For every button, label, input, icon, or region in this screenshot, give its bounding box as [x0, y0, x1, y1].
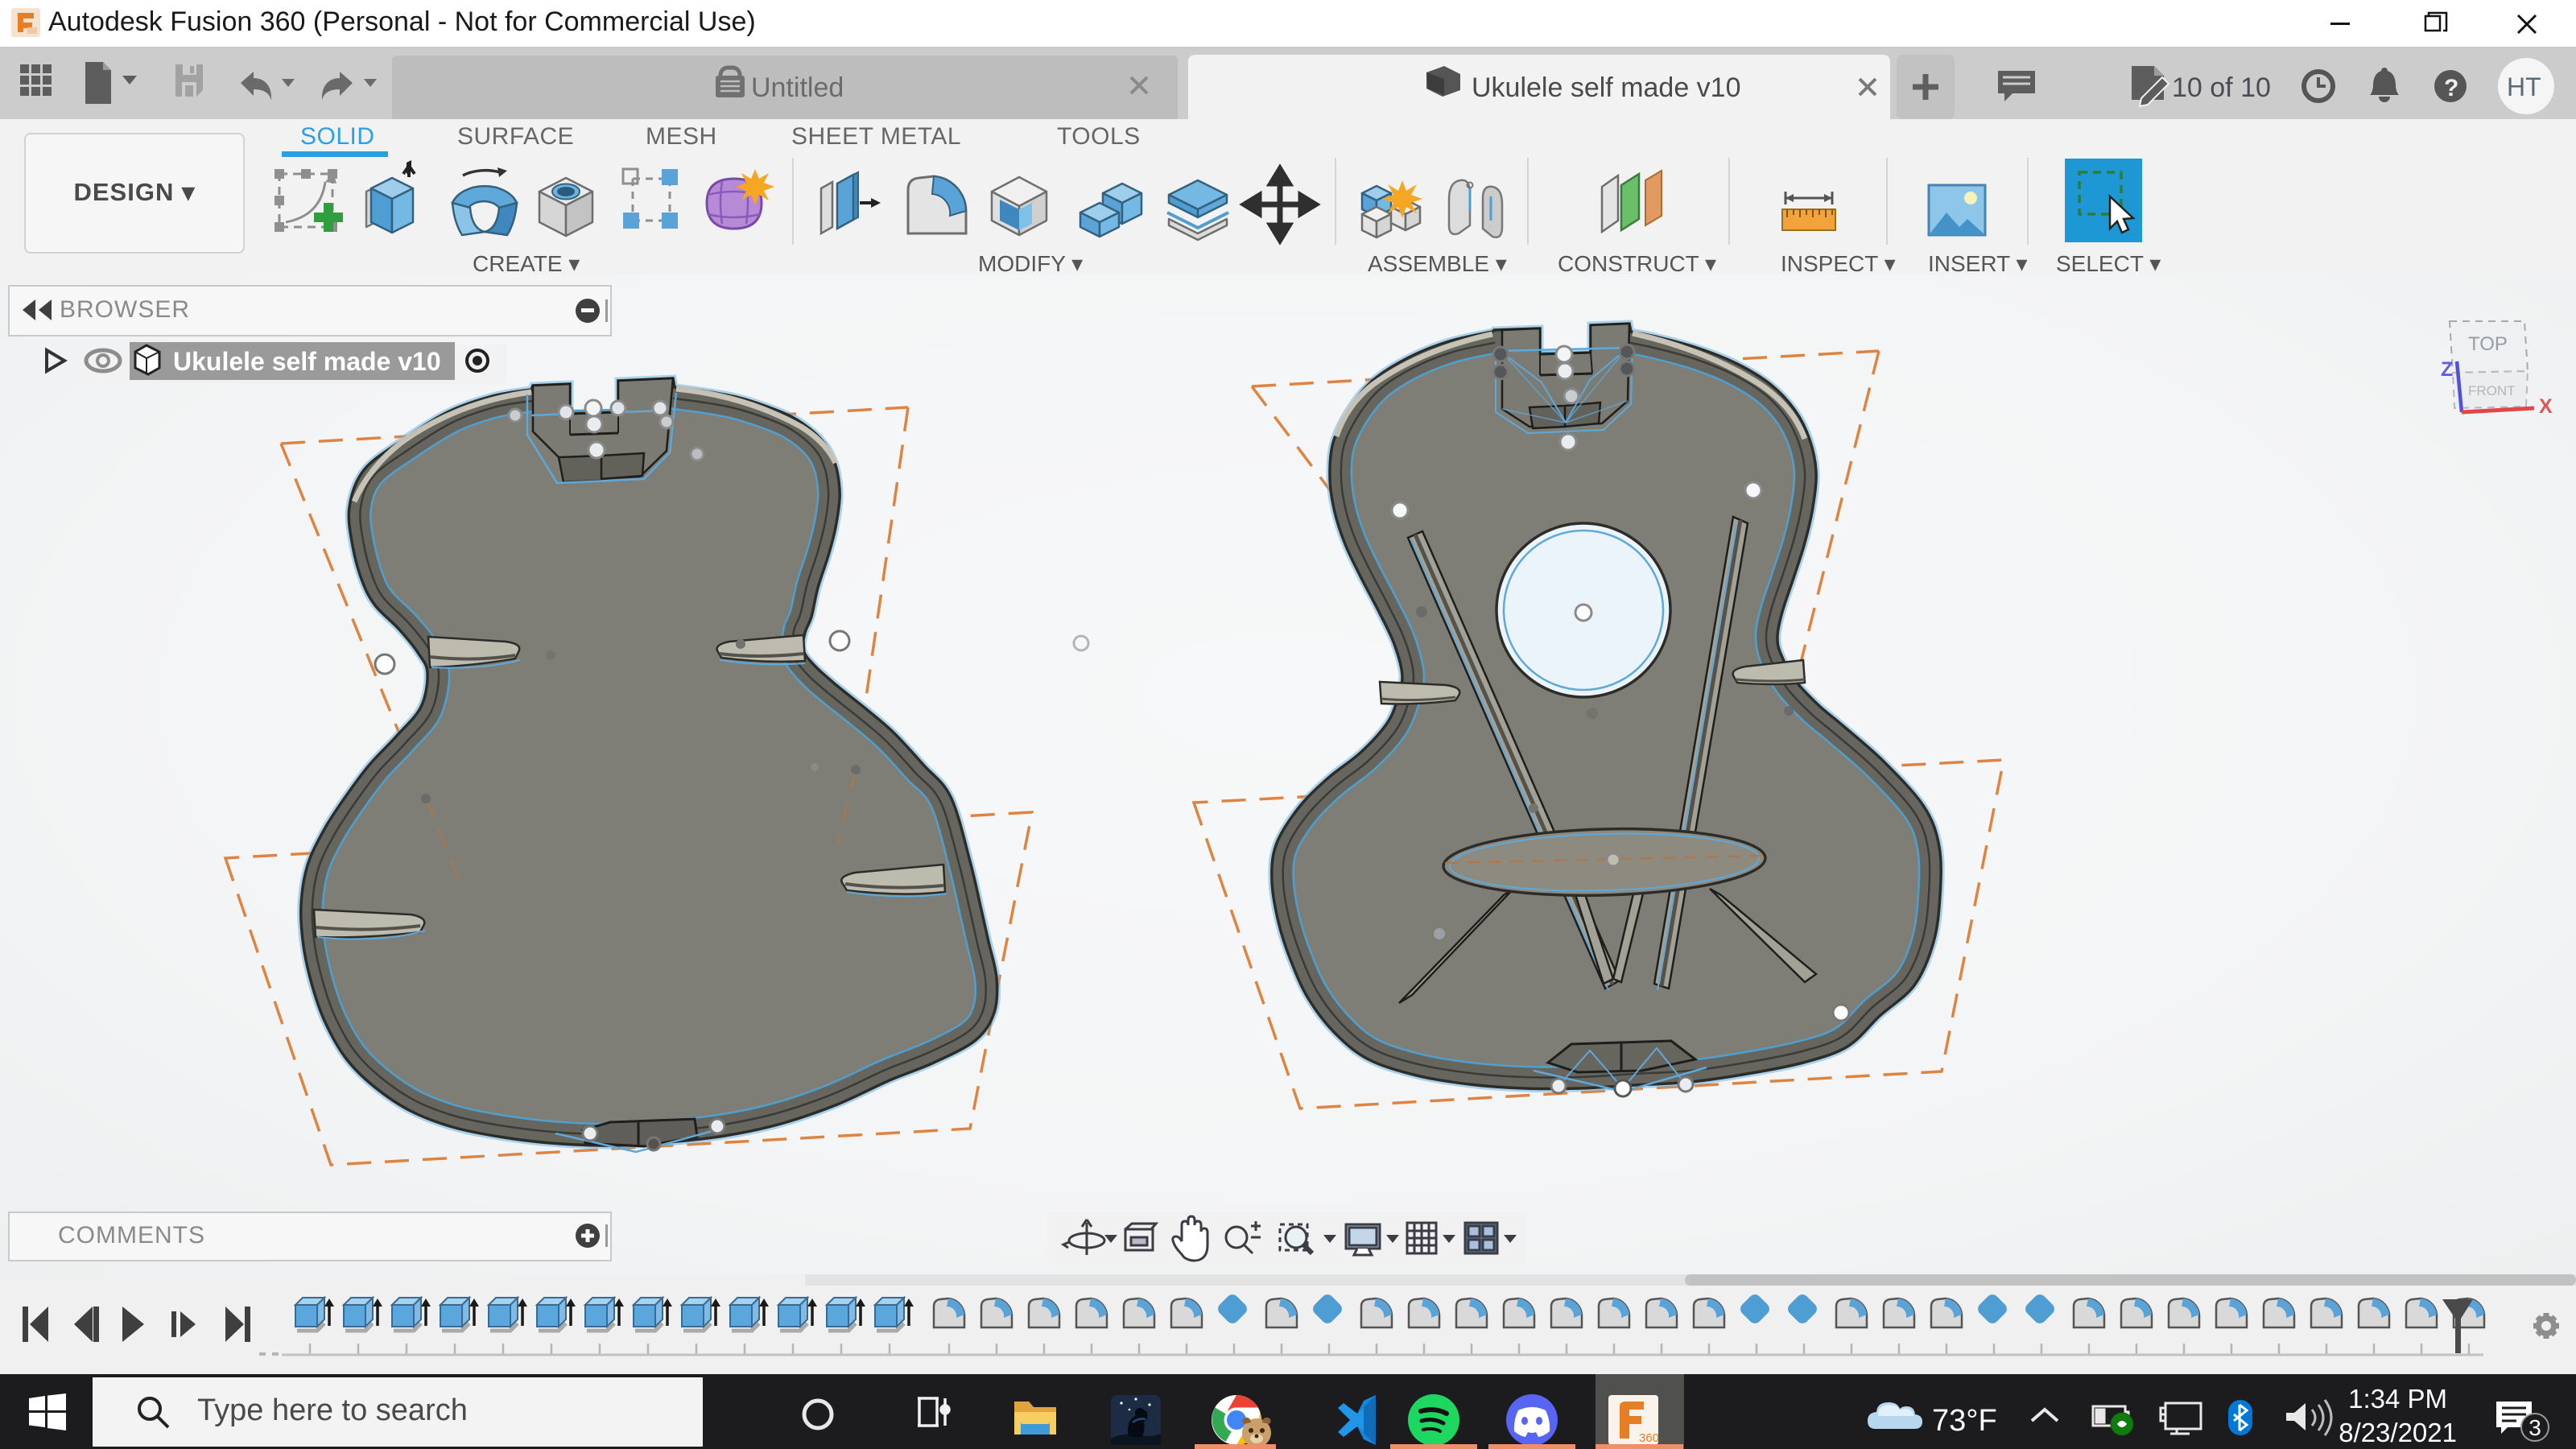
svg-text:Untitled: Untitled	[751, 72, 844, 103]
svg-text:X: X	[2539, 395, 2553, 418]
svg-text:FRONT: FRONT	[2468, 383, 2516, 398]
svg-text:360: 360	[1639, 1431, 1659, 1445]
svg-text:Ukulele self made v10: Ukulele self made v10	[1472, 72, 1741, 103]
svg-text:73°F: 73°F	[1932, 1404, 1997, 1438]
svg-text:10 of 10: 10 of 10	[2172, 72, 2271, 103]
svg-text:Z: Z	[2441, 358, 2453, 381]
svg-text:Ukulele self made v10: Ukulele self made v10	[173, 347, 441, 376]
svg-text:HT: HT	[2507, 72, 2541, 101]
svg-text:TOP: TOP	[2468, 333, 2508, 355]
svg-text:3: 3	[2529, 1415, 2541, 1440]
svg-text:8/23/2021: 8/23/2021	[2339, 1418, 2457, 1447]
svg-text:1:34 PM: 1:34 PM	[2348, 1384, 2447, 1414]
svg-text:?: ?	[2444, 75, 2458, 101]
